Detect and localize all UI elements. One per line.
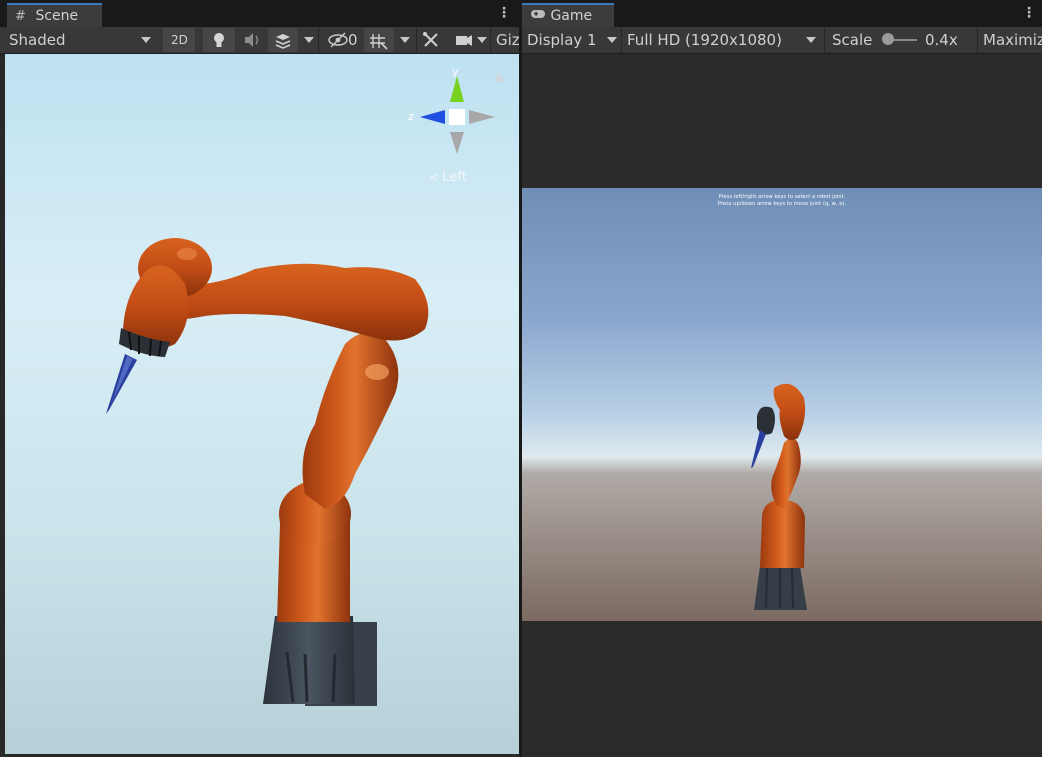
- grid-snap-toggle[interactable]: [364, 28, 394, 52]
- audio-icon: [245, 33, 259, 47]
- game-robot-lower-link: [760, 499, 805, 568]
- shading-mode-label: Shaded: [9, 31, 66, 49]
- tools-icon: [423, 32, 438, 47]
- maximize-button[interactable]: Maximiz: [977, 27, 1042, 53]
- audio-toggle[interactable]: [239, 27, 265, 53]
- maximize-label: Maximiz: [983, 31, 1042, 49]
- scene-kebab-menu-icon[interactable]: ⋮: [497, 5, 511, 21]
- tools-toggle[interactable]: [416, 27, 445, 53]
- gizmos-label: Giz: [496, 31, 520, 49]
- gizmos-button[interactable]: Giz: [490, 27, 520, 53]
- mode-2d-button[interactable]: 2D: [163, 28, 195, 52]
- tab-game-label: Game: [550, 8, 593, 24]
- game-panel: Game ⋮ Display 1 Full HD (1920x1080) Sca…: [522, 0, 1042, 757]
- resolution-label: Full HD (1920x1080): [627, 31, 782, 49]
- resolution-dropdown[interactable]: Full HD (1920x1080): [621, 27, 782, 53]
- robot-tool: [106, 354, 137, 414]
- camera-icon: [456, 35, 472, 46]
- gizmo-center[interactable]: [449, 109, 465, 125]
- game-tabbar: Game ⋮: [522, 0, 1042, 28]
- game-robot-upper-link: [773, 383, 806, 441]
- view-label-text: Left: [442, 170, 467, 185]
- neg-y-axis-cone[interactable]: [450, 132, 464, 154]
- axis-y-label: y: [452, 65, 459, 78]
- view-label-left[interactable]: < Left: [429, 170, 467, 185]
- z-axis-cone[interactable]: [420, 110, 445, 124]
- game-view[interactable]: Press left/right arrow keys to select a …: [522, 188, 1042, 621]
- game-robot-middle-link: [771, 438, 801, 508]
- display-dropdown[interactable]: Display 1: [527, 27, 597, 53]
- lock-icon[interactable]: [494, 67, 504, 82]
- game-kebab-menu-icon[interactable]: ⋮: [1022, 5, 1036, 21]
- y-axis-cone[interactable]: [450, 76, 464, 102]
- camera-dropdown-icon[interactable]: [477, 37, 487, 43]
- resolution-chevron-icon: [806, 37, 816, 43]
- tab-scene[interactable]: # Scene: [7, 3, 102, 28]
- grid-dropdown-icon[interactable]: [400, 37, 410, 43]
- effects-dropdown-icon[interactable]: [304, 37, 314, 43]
- tab-scene-label: Scene: [35, 8, 79, 24]
- lighting-toggle[interactable]: [203, 28, 235, 52]
- game-robot-flange: [757, 406, 775, 435]
- display-label: Display 1: [527, 31, 597, 49]
- orientation-gizmo[interactable]: y z: [407, 64, 507, 164]
- game-instruction-1: Press left/right arrow keys to select a …: [718, 194, 846, 200]
- chevron-down-icon: [141, 37, 151, 43]
- display-chevron-icon: [607, 37, 617, 43]
- axis-z-label: z: [408, 110, 414, 123]
- scale-value: 0.4x: [925, 31, 958, 49]
- robot-middle-link: [302, 332, 399, 509]
- scene-toolbar: Shaded 2D 0 Giz: [0, 27, 520, 54]
- effects-icon: [275, 34, 291, 49]
- shading-mode-dropdown[interactable]: Shaded: [9, 27, 66, 53]
- game-robot-arm: [751, 383, 807, 610]
- game-area: Press left/right arrow keys to select a …: [522, 54, 1042, 757]
- game-toolbar: Display 1 Full HD (1920x1080) Scale 0.4x…: [522, 27, 1042, 54]
- tab-game[interactable]: Game: [522, 3, 614, 28]
- visibility-icon: [328, 32, 348, 48]
- grid-icon: #: [15, 9, 26, 24]
- hidden-count: 0: [348, 31, 358, 49]
- neg-z-axis-cone[interactable]: [469, 110, 495, 124]
- gamepad-icon: [530, 6, 546, 28]
- scene-panel: # Scene ⋮ Shaded 2D 0 Giz y z < Left: [0, 0, 520, 757]
- scene-viewport[interactable]: y z < Left: [5, 54, 519, 754]
- scene-tabbar: # Scene ⋮: [0, 0, 519, 28]
- lightbulb-icon: [214, 33, 224, 47]
- grid-snap-icon: [370, 34, 388, 50]
- scale-label: Scale: [832, 31, 873, 49]
- robot-base: [263, 616, 355, 704]
- game-robot-tool: [751, 430, 766, 468]
- perspective-icon: <: [429, 171, 439, 184]
- visibility-toggle[interactable]: 0: [318, 27, 363, 53]
- effects-toggle[interactable]: [268, 28, 298, 52]
- game-instruction-2: Press up/down arrow keys to move joint (…: [717, 201, 847, 207]
- mode-2d-label: 2D: [171, 33, 188, 47]
- scale-slider-knob[interactable]: [882, 33, 894, 45]
